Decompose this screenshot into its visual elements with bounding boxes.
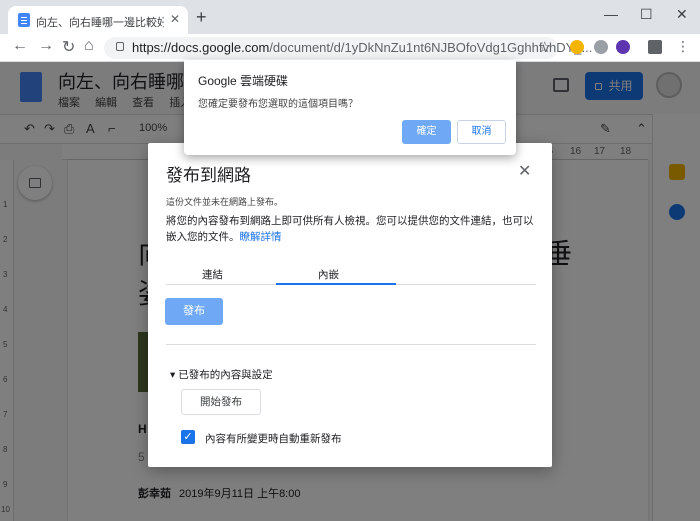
new-tab-button[interactable]: +	[196, 8, 207, 26]
window-close-button[interactable]: ✕	[676, 6, 688, 23]
home-icon[interactable]: ⌂	[84, 37, 94, 55]
confirm-title: Google 雲端硬碟	[198, 74, 289, 88]
published-settings-toggle[interactable]: ▾ 已發布的內容與設定	[170, 367, 273, 382]
extension-icon[interactable]	[570, 40, 584, 54]
dialog-title: 發布到網路	[166, 166, 251, 185]
docs-favicon-icon	[18, 13, 30, 27]
browser-tab[interactable]: 向左、向右睡哪一邊比較好？3 個 ✕	[8, 6, 188, 34]
lock-icon	[116, 42, 124, 51]
cast-icon[interactable]	[648, 40, 662, 54]
bookmark-star-icon[interactable]: ☆	[538, 38, 551, 56]
publish-tabs: 連結 內嵌	[166, 263, 536, 285]
window-maximize-button[interactable]: ☐	[640, 6, 653, 23]
publish-description: 將您的內容發布到網路上即可供所有人檢視。您可以提供您的文件連結，也可以嵌入您的文…	[166, 215, 534, 243]
confirm-dialog: Google 雲端硬碟 您確定要發布您選取的這個項目嗎？ 確定 取消	[184, 60, 516, 155]
download-icon[interactable]	[594, 40, 608, 54]
cancel-button[interactable]: 取消	[457, 120, 506, 144]
auto-republish-checkbox[interactable]: ✓	[181, 430, 195, 444]
confirm-message: 您確定要發布您選取的這個項目嗎？	[198, 99, 358, 110]
tab-embed[interactable]: 內嵌	[318, 267, 339, 282]
back-arrow-icon[interactable]: ←	[12, 37, 28, 55]
menu-dots-icon[interactable]: ⋮	[676, 38, 690, 55]
publish-button[interactable]: 發布	[165, 298, 223, 325]
auto-republish-label: 內容有所變更時自動重新發布	[205, 433, 342, 445]
extension-icon[interactable]	[616, 40, 630, 54]
browser-tabbar: 向左、向右睡哪一邊比較好？3 個 ✕ + — ☐ ✕	[0, 0, 700, 34]
tab-close-icon[interactable]: ✕	[170, 12, 180, 26]
url-text: https://docs.google.com/document/d/1yDkN…	[132, 40, 593, 55]
learn-more-link[interactable]: 瞭解詳情	[240, 231, 282, 243]
publish-to-web-dialog: 發布到網路 ✕ 這份文件並未在網路上發布。 將您的內容發布到網路上即可供所有人檢…	[148, 143, 552, 467]
window-minimize-button[interactable]: —	[604, 6, 618, 22]
browser-toolbar: ← → ↻ ⌂ https://docs.google.com/document…	[0, 34, 700, 62]
publish-status-note: 這份文件並未在網路上發布。	[166, 197, 284, 207]
divider	[166, 344, 536, 345]
forward-arrow-icon[interactable]: →	[38, 37, 54, 55]
start-publishing-button[interactable]: 開始發布	[181, 389, 261, 415]
tab-link[interactable]: 連結	[202, 267, 223, 282]
ok-button[interactable]: 確定	[402, 120, 451, 144]
tab-title: 向左、向右睡哪一邊比較好？3 個	[36, 17, 164, 29]
close-icon[interactable]: ✕	[518, 161, 531, 181]
address-bar[interactable]: https://docs.google.com/document/d/1yDkN…	[104, 37, 592, 59]
active-tab-indicator	[276, 283, 396, 285]
reload-icon[interactable]: ↻	[62, 37, 75, 57]
